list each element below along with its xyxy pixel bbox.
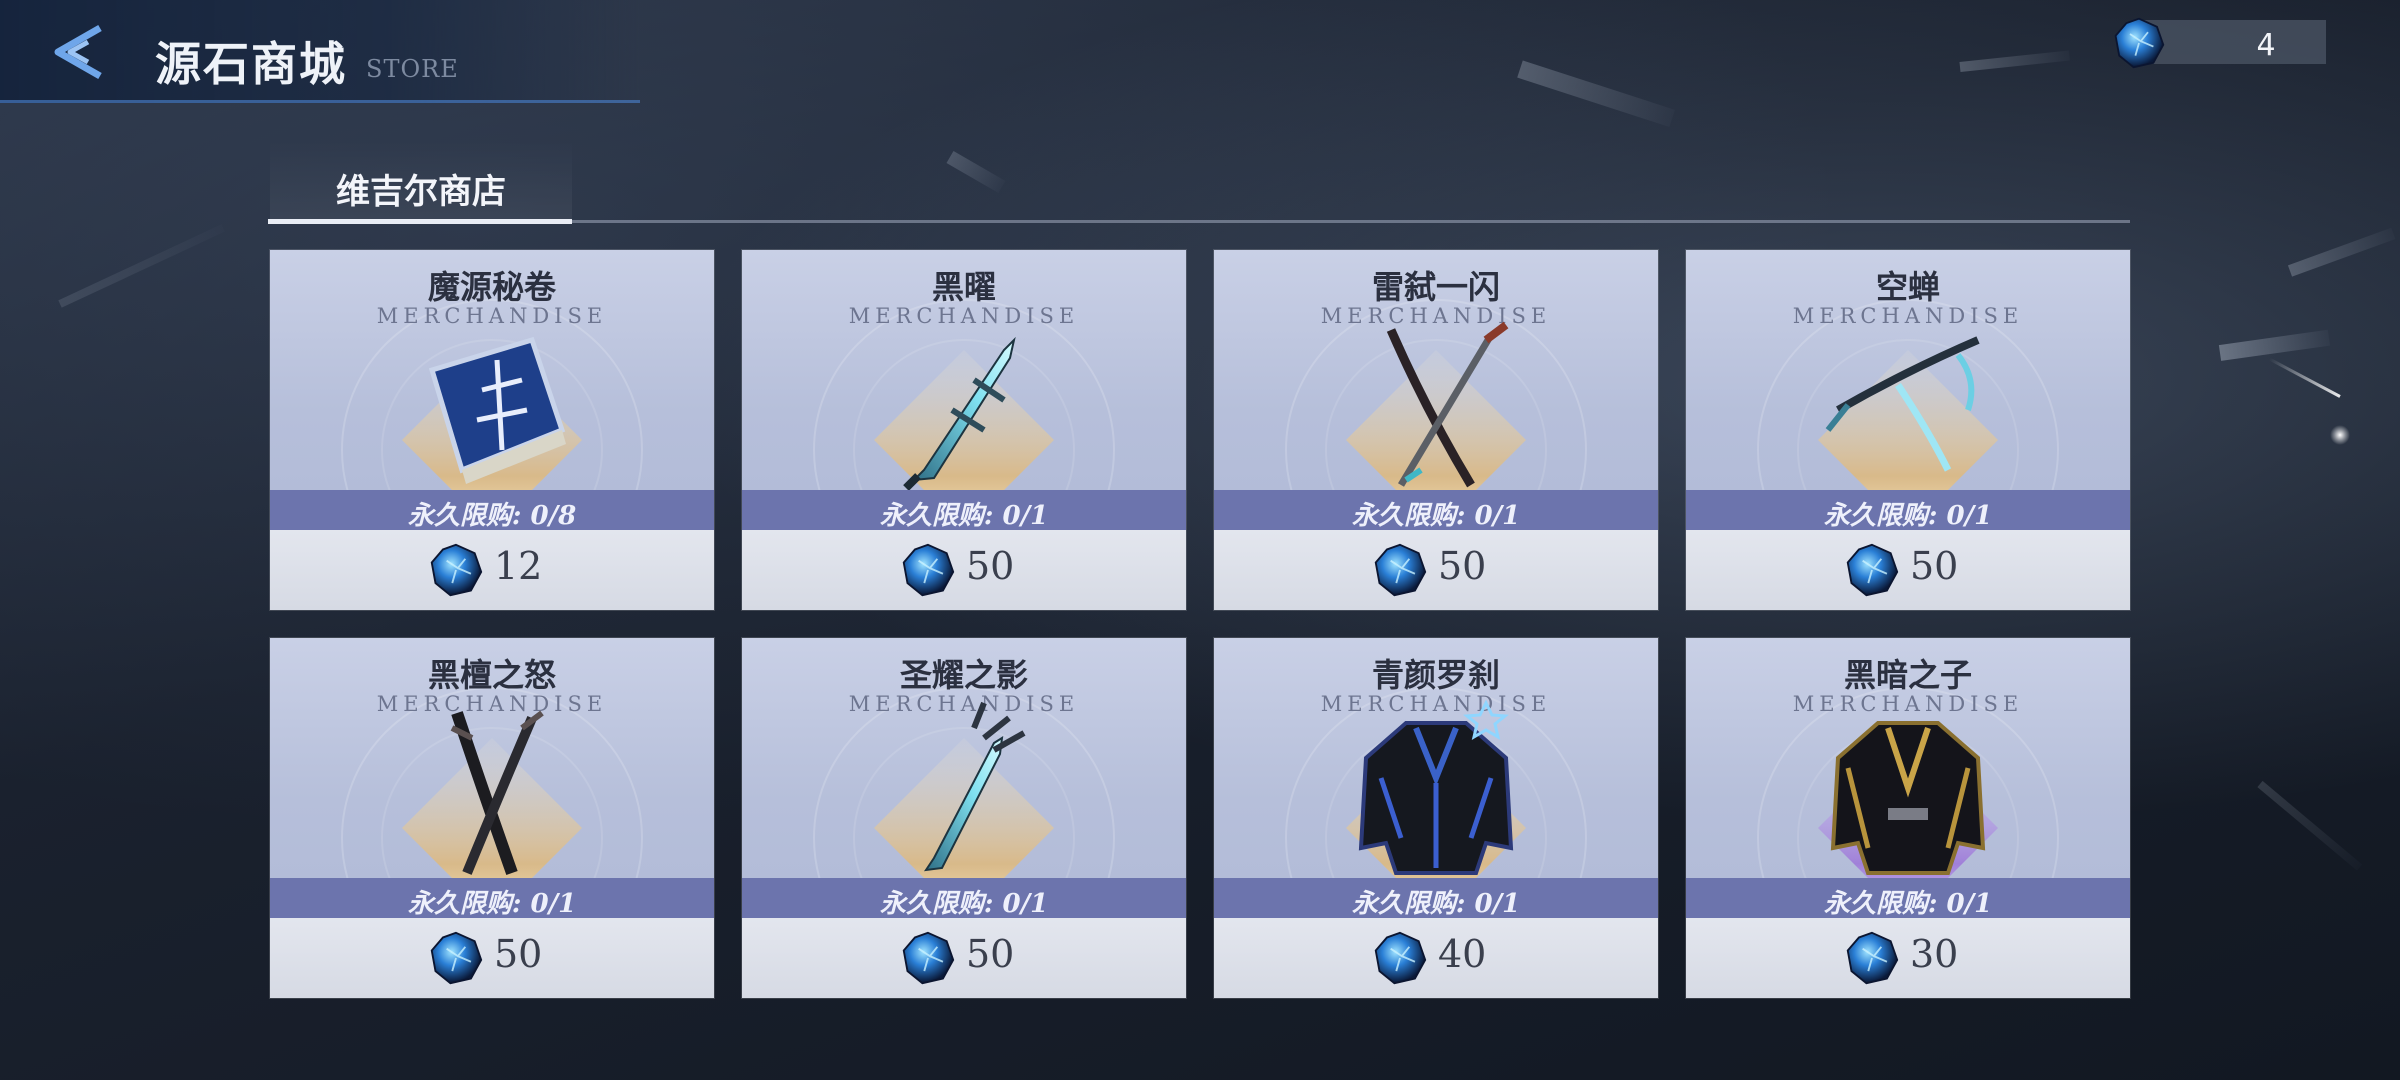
item-name: 圣耀之影 <box>899 656 1028 694</box>
purchase-limit-text: 永久限购: 0/1 <box>1351 889 1521 919</box>
shop-item-card[interactable]: 黑檀之怒 MERCHANDISE 永久限购: 0/1 50 <box>270 638 714 998</box>
price-area: 30 <box>1686 918 2130 998</box>
item-price: 50 <box>1438 544 1487 588</box>
currency-bar: 4 <box>2142 20 2326 64</box>
background-shard <box>946 150 1006 194</box>
currency-display[interactable]: 4 <box>2112 16 2326 69</box>
price-area: 40 <box>1214 918 1658 998</box>
source-stone-icon <box>430 543 483 597</box>
item-name: 空蝉 <box>1875 268 1940 306</box>
holy-sword-icon <box>874 701 1054 878</box>
back-button[interactable] <box>40 22 120 82</box>
tab-vergil-shop[interactable]: 维吉尔商店 <box>270 140 572 220</box>
tab-active-indicator <box>268 219 572 224</box>
item-name: 魔源秘卷 <box>427 268 556 306</box>
purchase-limit-text: 永久限购: 0/1 <box>1351 501 1521 531</box>
purchase-limit-bar: 永久限购: 0/1 <box>1686 490 2130 531</box>
item-price: 50 <box>494 932 543 976</box>
background-shard <box>2287 227 2396 277</box>
source-stone-icon <box>430 931 483 985</box>
source-stone-icon <box>1374 543 1427 597</box>
item-name: 雷弑一闪 <box>1371 268 1500 306</box>
source-stone-icon <box>902 931 955 985</box>
spell-tome-icon <box>402 336 582 490</box>
background-shard <box>58 224 225 308</box>
light-streak <box>2268 357 2341 398</box>
blue-armor-coat-icon <box>1346 699 1526 878</box>
twin-katana-icon <box>1346 321 1526 490</box>
background-shard <box>2257 780 2363 871</box>
shop-item-card[interactable]: 黑暗之子 MERCHANDISE 永久限购: 0/1 30 <box>1686 638 2130 998</box>
source-stone-icon <box>2114 17 2165 69</box>
currency-amount: 4 <box>2256 28 2276 63</box>
price-area: 50 <box>1686 530 2130 610</box>
item-price: 50 <box>1910 544 1959 588</box>
shop-item-card[interactable]: 雷弑一闪 MERCHANDISE 永久限购: 0/1 50 <box>1214 250 1658 610</box>
shop-item-card[interactable]: 空蝉 MERCHANDISE 永久限购: 0/1 50 <box>1686 250 2130 610</box>
purchase-limit-bar: 永久限购: 0/1 <box>1214 490 1658 531</box>
item-name: 青颜罗刹 <box>1371 656 1500 694</box>
sparkle <box>2330 425 2350 445</box>
item-name: 黑檀之怒 <box>427 656 556 694</box>
purchase-limit-bar: 永久限购: 0/1 <box>742 878 1186 919</box>
price-area: 50 <box>270 918 714 998</box>
source-stone-icon <box>1846 931 1899 985</box>
background-shard <box>1517 60 1675 128</box>
purchase-limit-bar: 永久限购: 0/8 <box>270 490 714 531</box>
back-arrow-icon <box>54 24 102 80</box>
scythe-blade-icon <box>1818 336 1998 490</box>
shop-item-card[interactable]: 魔源秘卷 MERCHANDISE 永久限购: 0/8 12 <box>270 250 714 610</box>
item-price: 50 <box>966 544 1015 588</box>
purchase-limit-text: 永久限购: 0/8 <box>407 501 577 531</box>
purchase-limit-bar: 永久限购: 0/1 <box>270 878 714 919</box>
tab-label: 维吉尔商店 <box>336 172 506 212</box>
purchase-limit-bar: 永久限购: 0/1 <box>1214 878 1658 919</box>
price-area: 50 <box>742 918 1186 998</box>
item-price: 50 <box>966 932 1015 976</box>
shop-item-card[interactable]: 黑曜 MERCHANDISE 永久限购: 0/1 50 <box>742 250 1186 610</box>
shop-item-card[interactable]: 圣耀之影 MERCHANDISE 永久限购: 0/1 50 <box>742 638 1186 998</box>
background-shard <box>2218 329 2331 361</box>
source-stone-icon <box>1846 543 1899 597</box>
price-area: 50 <box>1214 530 1658 610</box>
purchase-limit-text: 永久限购: 0/1 <box>879 501 1049 531</box>
item-name: 黑曜 <box>931 268 996 306</box>
purchase-limit-text: 永久限购: 0/1 <box>879 889 1049 919</box>
price-area: 50 <box>742 530 1186 610</box>
purchase-limit-text: 永久限购: 0/1 <box>1823 501 1993 531</box>
purchase-limit-text: 永久限购: 0/1 <box>407 889 577 919</box>
header-bar: 源石商城 STORE <box>0 0 640 103</box>
dark-gold-coat-icon <box>1818 721 1998 878</box>
obsidian-sword-icon <box>874 336 1054 490</box>
shop-item-card[interactable]: 青颜罗刹 MERCHANDISE 永久限购: 0/1 40 <box>1214 638 1658 998</box>
item-price: 30 <box>1910 932 1959 976</box>
purchase-limit-bar: 永久限购: 0/1 <box>742 490 1186 531</box>
source-stone-icon <box>1374 931 1427 985</box>
background-shard <box>1959 50 2070 72</box>
ebony-blades-icon <box>402 710 582 878</box>
purchase-limit-bar: 永久限购: 0/1 <box>1686 878 2130 919</box>
item-price: 12 <box>494 544 543 588</box>
page-subtitle: STORE <box>366 55 459 83</box>
source-stone-icon <box>902 543 955 597</box>
page-title: 源石商城 <box>155 37 347 91</box>
purchase-limit-text: 永久限购: 0/1 <box>1823 889 1993 919</box>
price-area: 12 <box>270 530 714 610</box>
item-name: 黑暗之子 <box>1843 656 1972 694</box>
item-price: 40 <box>1438 932 1487 976</box>
